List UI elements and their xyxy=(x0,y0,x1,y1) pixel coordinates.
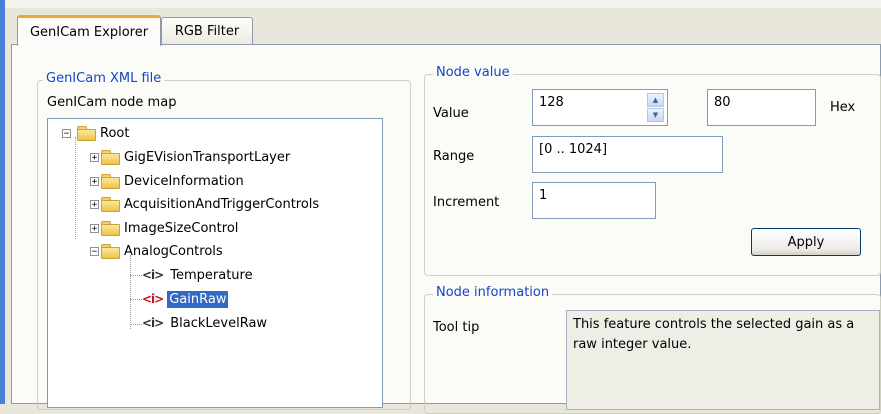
tree-connector xyxy=(130,255,131,329)
spin-up-icon[interactable]: ▲ xyxy=(647,93,664,107)
tree-node-label: AcquisitionAndTriggerControls xyxy=(124,196,320,212)
group-legend-node-value: Node value xyxy=(433,65,513,80)
value-label: Value xyxy=(433,106,469,121)
tree-node-label: AnalogControls xyxy=(124,243,223,259)
tab-genicam-explorer[interactable]: GenICam Explorer xyxy=(17,15,161,46)
tree-node-root[interactable]: − Root xyxy=(62,123,131,143)
tree-connector xyxy=(75,137,76,239)
tree-node-feature[interactable]: <i> BlackLevelRaw xyxy=(142,313,269,333)
window-top-band xyxy=(5,0,881,8)
tooltip-textarea[interactable]: This feature controls the selected gain … xyxy=(566,310,880,410)
tree-node-feature[interactable]: <i> Temperature xyxy=(142,265,255,285)
integer-feature-icon: <i> xyxy=(142,292,164,306)
group-legend-xml: GenICam XML file xyxy=(43,71,165,86)
range-label: Range xyxy=(433,149,475,164)
increment-field[interactable]: 1 xyxy=(532,182,656,219)
tree-node-label: BlackLevelRaw xyxy=(170,315,268,331)
integer-feature-icon: <i> xyxy=(142,316,164,330)
spin-down-icon[interactable]: ▼ xyxy=(647,108,664,122)
range-field[interactable]: [0 .. 1024] xyxy=(532,136,723,173)
folder-icon xyxy=(101,244,120,259)
expand-toggle-icon[interactable]: + xyxy=(90,176,99,186)
tree-connector xyxy=(130,324,142,325)
increment-label: Increment xyxy=(433,195,500,210)
value-spin-field[interactable]: 128 ▲ ▼ xyxy=(532,89,668,126)
node-map-label: GenICam node map xyxy=(47,95,177,110)
hex-label: Hex xyxy=(830,100,856,115)
value-text: 128 xyxy=(539,95,564,110)
tree-node-category[interactable]: + AcquisitionAndTriggerControls xyxy=(90,194,321,214)
tree-node-category[interactable]: + ImageSizeControl xyxy=(90,218,240,238)
increment-text: 1 xyxy=(539,188,548,203)
expand-toggle-icon[interactable]: + xyxy=(90,152,99,162)
tree-node-category[interactable]: + DeviceInformation xyxy=(90,171,246,191)
tree-node-label: Root xyxy=(100,125,130,141)
hex-value-field[interactable]: 80 xyxy=(707,89,816,126)
tab-rgb-filter[interactable]: RGB Filter xyxy=(161,17,253,45)
expand-toggle-icon[interactable]: + xyxy=(90,199,99,209)
tree-node-label: GigEVisionTransportLayer xyxy=(124,149,291,165)
tree-node-label: ImageSizeControl xyxy=(124,220,239,236)
folder-icon xyxy=(101,221,120,236)
tree-node-label: DeviceInformation xyxy=(124,173,244,189)
tab-label: RGB Filter xyxy=(174,24,240,39)
group-legend-node-information: Node information xyxy=(433,285,553,300)
tree-node-label: GainRaw xyxy=(167,290,229,308)
tree-connector xyxy=(130,275,142,276)
folder-icon xyxy=(101,174,120,189)
tooltip-label: Tool tip xyxy=(433,320,480,335)
collapse-toggle-icon[interactable]: − xyxy=(90,246,99,256)
folder-icon xyxy=(101,150,120,165)
apply-button-label: Apply xyxy=(787,234,825,250)
tree-node-label: Temperature xyxy=(170,267,253,283)
integer-feature-icon: <i> xyxy=(142,268,164,282)
expand-toggle-icon[interactable]: + xyxy=(90,223,99,233)
range-text: [0 .. 1024] xyxy=(539,142,608,157)
folder-icon xyxy=(101,197,120,212)
window-edge xyxy=(0,0,5,404)
node-map-tree[interactable]: − Root + GigEVisionTransportLayer + Devi… xyxy=(47,118,383,408)
tooltip-text: This feature controls the selected gain … xyxy=(573,317,855,352)
tab-label: GenICam Explorer xyxy=(29,24,149,40)
apply-button[interactable]: Apply xyxy=(751,228,861,256)
spin-control[interactable]: ▲ ▼ xyxy=(647,93,664,122)
hex-value-text: 80 xyxy=(714,95,731,110)
collapse-toggle-icon[interactable]: − xyxy=(62,128,71,138)
tree-node-feature-selected[interactable]: <i> GainRaw xyxy=(142,289,229,309)
tree-connector xyxy=(130,299,142,300)
tree-node-analog-controls[interactable]: − AnalogControls xyxy=(90,241,225,261)
folder-icon xyxy=(77,126,96,141)
tree-node-category[interactable]: + GigEVisionTransportLayer xyxy=(90,147,292,167)
